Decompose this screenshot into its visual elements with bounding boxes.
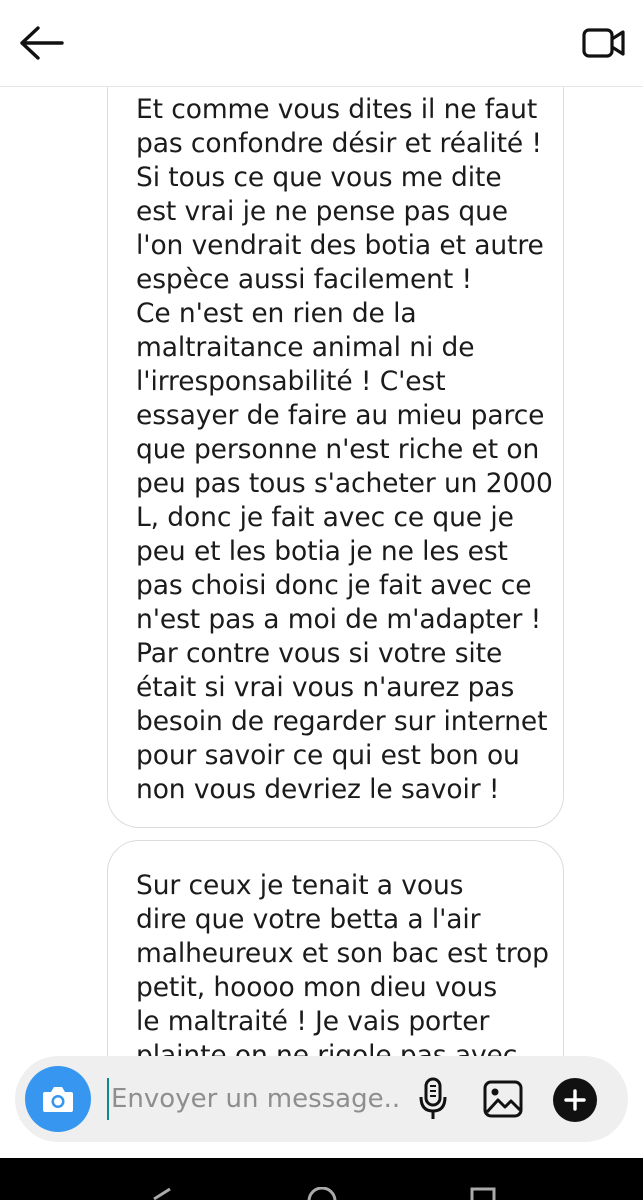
message-line: pas choisi donc je fait avec ce bbox=[136, 570, 532, 601]
dm-thread-screen: Et comme vous dites il ne faut pas confo… bbox=[0, 0, 643, 1200]
gallery-button[interactable] bbox=[481, 1076, 525, 1122]
message-list[interactable]: Et comme vous dites il ne faut pas confo… bbox=[0, 86, 643, 1056]
message-line: est vrai je ne pense pas que bbox=[136, 196, 509, 227]
message-line: n'est pas a moi de m'adapter ! bbox=[136, 604, 542, 635]
message-bubble[interactable]: Et comme vous dites il ne faut pas confo… bbox=[107, 86, 564, 828]
message-line: le maltraité ! Je vais porter bbox=[136, 1006, 490, 1037]
image-gallery-icon bbox=[483, 1080, 523, 1118]
message-line: non vous devriez le savoir ! bbox=[136, 774, 500, 805]
more-options-button[interactable] bbox=[553, 1078, 597, 1122]
camera-button[interactable] bbox=[25, 1066, 91, 1132]
message-line: petit, hoooo mon dieu vous bbox=[136, 972, 498, 1003]
message-line: malheureux et son bac est trop bbox=[136, 938, 549, 969]
nav-home-icon bbox=[307, 1186, 337, 1200]
video-camera-icon bbox=[582, 28, 625, 58]
message-line: Et comme vous dites il ne faut bbox=[136, 94, 538, 125]
message-line: besoin de regarder sur internet bbox=[136, 706, 548, 737]
message-line: l'on vendrait des botia et autre bbox=[136, 230, 544, 261]
plus-icon bbox=[564, 1089, 586, 1111]
microphone-icon bbox=[419, 1077, 447, 1119]
message-input[interactable] bbox=[107, 1078, 401, 1120]
nav-home-button[interactable] bbox=[306, 1186, 338, 1200]
message-line: espèce aussi facilement ! bbox=[136, 264, 472, 295]
arrow-left-icon bbox=[20, 26, 64, 60]
message-line: essayer de faire au mieu parce bbox=[136, 400, 545, 431]
message-line: L, donc je fait avec ce que je bbox=[136, 502, 514, 533]
message-line: que personne n'est riche et on bbox=[136, 434, 540, 465]
voice-message-button[interactable] bbox=[411, 1076, 455, 1122]
message-line: dire que votre betta a l'air bbox=[136, 904, 481, 935]
message-composer bbox=[15, 1056, 628, 1142]
nav-back-icon bbox=[153, 1187, 171, 1200]
message-line: plainte on ne rigole pas avec bbox=[136, 1040, 518, 1056]
message-line: Sur ceux je tenait a vous bbox=[136, 870, 464, 901]
message-line: pour savoir ce qui est bon ou bbox=[136, 740, 520, 771]
camera-icon bbox=[43, 1087, 73, 1112]
nav-recents-button[interactable] bbox=[470, 1186, 496, 1200]
message-line: était si vrai vous n'aurez pas bbox=[136, 672, 515, 703]
message-line: peu pas tous s'acheter un 2000 bbox=[136, 468, 553, 499]
message-line: Ce n'est en rien de la bbox=[136, 298, 417, 329]
nav-recents-icon bbox=[470, 1187, 496, 1200]
nav-back-button[interactable] bbox=[148, 1186, 174, 1200]
message-line: peu et les botia je ne les est bbox=[136, 536, 508, 567]
message-bubble[interactable]: Sur ceux je tenait a vous dire que votre… bbox=[107, 840, 564, 1056]
system-nav-bar bbox=[0, 1158, 643, 1200]
message-line: Si tous ce que vous me dite bbox=[136, 162, 502, 193]
message-line: pas confondre désir et réalité ! bbox=[136, 128, 542, 159]
back-button[interactable] bbox=[16, 20, 66, 66]
message-line: l'irresponsabilité ! C'est bbox=[136, 366, 446, 397]
message-line: Par contre vous si votre site bbox=[136, 638, 503, 669]
thread-header bbox=[0, 0, 643, 87]
video-call-button[interactable] bbox=[579, 20, 629, 66]
message-line: maltraitance animal ni de bbox=[136, 332, 475, 363]
